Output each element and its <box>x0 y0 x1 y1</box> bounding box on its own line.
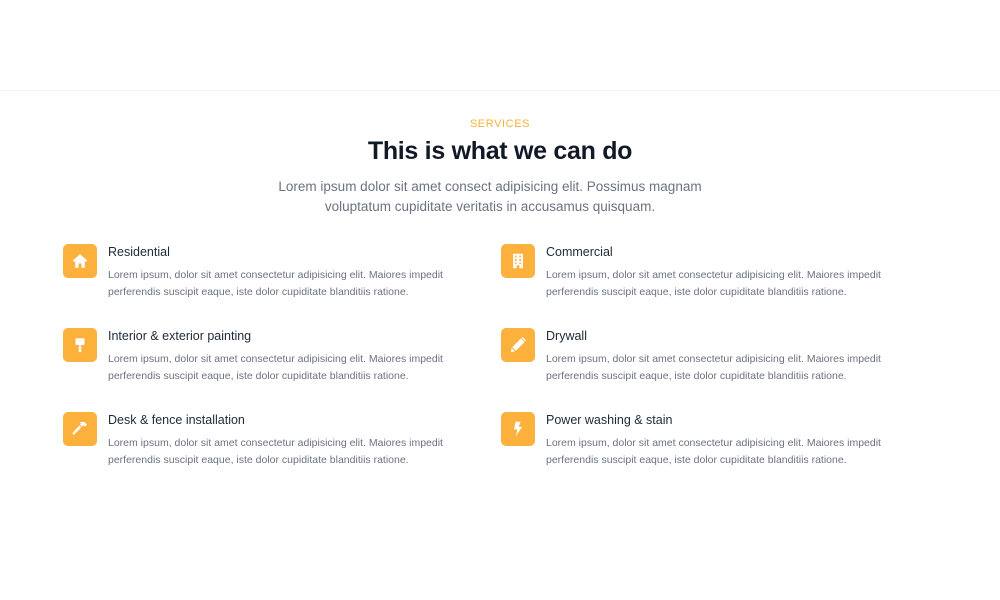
bolt-icon <box>501 412 535 446</box>
service-item-power-washing: Power washing & stain Lorem ipsum, dolor… <box>501 412 901 476</box>
service-description: Lorem ipsum, dolor sit amet consectetur … <box>108 353 443 382</box>
service-description: Lorem ipsum, dolor sit amet consectetur … <box>546 353 881 382</box>
pencil-icon <box>501 328 535 362</box>
building-icon <box>501 244 535 278</box>
service-item-commercial: Commercial Lorem ipsum, dolor sit amet c… <box>501 244 901 308</box>
service-description: Lorem ipsum, dolor sit amet consectetur … <box>546 269 881 298</box>
section-eyebrow: SERVICES <box>469 118 531 130</box>
home-icon <box>63 244 97 278</box>
paint-roller-icon <box>63 328 97 362</box>
section-intro: Lorem ipsum dolor sit amet consect adipi… <box>278 179 702 214</box>
service-title: Desk & fence installation <box>108 413 245 427</box>
service-item-drywall: Drywall Lorem ipsum, dolor sit amet cons… <box>501 328 901 392</box>
section-title: This is what we can do <box>367 137 633 165</box>
service-title: Drywall <box>546 329 587 343</box>
service-item-painting: Interior & exterior painting Lorem ipsum… <box>63 328 463 392</box>
header-band <box>0 0 1000 91</box>
service-title: Interior & exterior painting <box>108 329 252 343</box>
service-description: Lorem ipsum, dolor sit amet consectetur … <box>108 437 443 466</box>
service-description: Lorem ipsum, dolor sit amet consectetur … <box>108 269 443 298</box>
service-title: Commercial <box>546 245 613 259</box>
service-title: Residential <box>108 245 170 259</box>
service-title: Power washing & stain <box>546 413 673 427</box>
services-section: SERVICES This is what we can do Lorem ip… <box>0 91 1000 600</box>
hammer-icon <box>63 412 97 446</box>
service-description: Lorem ipsum, dolor sit amet consectetur … <box>546 437 881 466</box>
service-item-residential: Residential Lorem ipsum, dolor sit amet … <box>63 244 463 308</box>
service-item-fence: Desk & fence installation Lorem ipsum, d… <box>63 412 463 476</box>
